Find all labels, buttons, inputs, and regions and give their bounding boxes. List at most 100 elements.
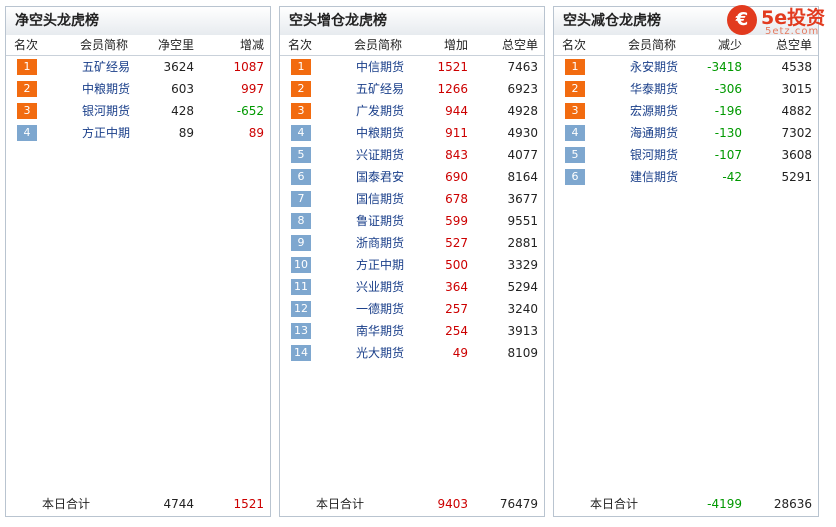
value-cell: 911 [445, 126, 468, 140]
value-cell: 690 [445, 170, 468, 184]
value-cell: -306 [714, 82, 742, 96]
value-cell: 603 [171, 82, 194, 96]
member-name-link[interactable]: 国信期货 [356, 188, 404, 210]
rank-badge: 1 [565, 59, 585, 75]
member-name-link[interactable]: 中信期货 [356, 56, 404, 78]
member-name-link[interactable]: 宏源期货 [630, 100, 678, 122]
member-name-link[interactable]: 方正中期 [356, 254, 404, 276]
table-row: 12 一德期货 257 3240 [280, 298, 544, 320]
member-name-link[interactable]: 银河期货 [630, 144, 678, 166]
change-cell: 3329 [507, 258, 538, 272]
short-decrease-ranking-panel: 空头减仓龙虎榜 名次 会员简称 减少 总空单 1 永安期货 -3418 4538 2 华泰期货 -30… [553, 6, 819, 517]
header-member: 会员简称 [354, 38, 403, 52]
table-row: 5 银河期货 -107 3608 [554, 144, 818, 166]
rank-badge: 9 [291, 235, 311, 251]
table-row: 10 方正中期 500 3329 [280, 254, 544, 276]
value-cell: 678 [445, 192, 468, 206]
member-name-link[interactable]: 方正中期 [82, 122, 130, 144]
member-name-link[interactable]: 永安期货 [630, 56, 678, 78]
header-change: 总空单 [501, 38, 538, 52]
header-rank: 名次 [562, 38, 587, 52]
header-rank: 名次 [288, 38, 313, 52]
table-row: 13 南华期货 254 3913 [280, 320, 544, 342]
table-row: 14 光大期货 49 8109 [280, 342, 544, 364]
change-cell: 5294 [507, 280, 538, 294]
change-cell: 3015 [781, 82, 812, 96]
member-name-link[interactable]: 兴业期货 [356, 276, 404, 298]
member-name-link[interactable]: 一德期货 [356, 298, 404, 320]
total-value: 4744 [163, 497, 194, 511]
member-name-link[interactable]: 海通期货 [630, 122, 678, 144]
change-cell: 3608 [781, 148, 812, 162]
rank-badge: 13 [291, 323, 311, 339]
table-row: 4 方正中期 89 89 [6, 122, 270, 144]
value-cell: 599 [445, 214, 468, 228]
value-cell: 1266 [437, 82, 468, 96]
change-cell: 5291 [781, 170, 812, 184]
value-cell: -107 [714, 148, 742, 162]
change-cell: 4882 [781, 104, 812, 118]
rank-badge: 11 [291, 279, 311, 295]
table-row: 11 兴业期货 364 5294 [280, 276, 544, 298]
member-name-link[interactable]: 南华期货 [356, 320, 404, 342]
table-row: 2 五矿经易 1266 6923 [280, 78, 544, 100]
change-cell: 2881 [507, 236, 538, 250]
change-cell: 7463 [507, 60, 538, 74]
change-cell: 3240 [507, 302, 538, 316]
change-cell: 8109 [507, 346, 538, 360]
rank-badge: 3 [291, 103, 311, 119]
member-name-link[interactable]: 光大期货 [356, 342, 404, 364]
header-value: 净空里 [157, 38, 194, 52]
table-row: 8 鲁证期货 599 9551 [280, 210, 544, 232]
member-name-link[interactable]: 五矿经易 [356, 78, 404, 100]
change-cell: 6923 [507, 82, 538, 96]
table-row: 4 中粮期货 911 4930 [280, 122, 544, 144]
header-member: 会员简称 [80, 38, 129, 52]
member-name-link[interactable]: 五矿经易 [82, 56, 130, 78]
change-cell: 8164 [507, 170, 538, 184]
member-name-link[interactable]: 银河期货 [82, 100, 130, 122]
change-cell: 1087 [233, 60, 264, 74]
rank-badge: 8 [291, 213, 311, 229]
table-row: 7 国信期货 678 3677 [280, 188, 544, 210]
value-cell: 364 [445, 280, 468, 294]
table-row: 4 海通期货 -130 7302 [554, 122, 818, 144]
daily-total-row: 本日合计 9403 76479 [280, 494, 544, 514]
total-value: -4199 [707, 497, 742, 511]
member-name-link[interactable]: 国泰君安 [356, 166, 404, 188]
logo-domain: 5etz.com [765, 26, 820, 37]
change-cell: -652 [236, 104, 264, 118]
table-row: 2 华泰期货 -306 3015 [554, 78, 818, 100]
site-logo[interactable]: € 5e投资 5etz.com [727, 4, 832, 40]
rank-badge: 2 [17, 81, 37, 97]
value-cell: 49 [452, 346, 468, 360]
total-label: 本日合计 [590, 497, 639, 511]
change-cell: 4077 [507, 148, 538, 162]
rank-badge: 2 [565, 81, 585, 97]
member-name-link[interactable]: 中粮期货 [356, 122, 404, 144]
rank-badge: 6 [291, 169, 311, 185]
total-value: 9403 [437, 497, 468, 511]
daily-total-row: 本日合计 -4199 28636 [554, 494, 818, 514]
member-name-link[interactable]: 广发期货 [356, 100, 404, 122]
member-name-link[interactable]: 浙商期货 [356, 232, 404, 254]
rank-badge: 4 [565, 125, 585, 141]
member-name-link[interactable]: 鲁证期货 [356, 210, 404, 232]
value-cell: 428 [171, 104, 194, 118]
value-cell: 89 [178, 126, 194, 140]
total-change: 76479 [499, 497, 538, 511]
change-cell: 89 [248, 126, 264, 140]
value-cell: 527 [445, 236, 468, 250]
change-cell: 3913 [507, 324, 538, 338]
short-increase-ranking-panel: 空头增仓龙虎榜 名次 会员简称 增加 总空单 1 中信期货 1521 7463 2 五矿经易 1266… [279, 6, 545, 517]
member-name-link[interactable]: 建信期货 [630, 166, 678, 188]
member-name-link[interactable]: 华泰期货 [630, 78, 678, 100]
member-name-link[interactable]: 兴证期货 [356, 144, 404, 166]
member-name-link[interactable]: 中粮期货 [82, 78, 130, 100]
logo-mark-icon: € [727, 5, 757, 35]
table-row: 3 广发期货 944 4928 [280, 100, 544, 122]
rank-badge: 12 [291, 301, 311, 317]
value-cell: -3418 [707, 60, 742, 74]
change-cell: 9551 [507, 214, 538, 228]
value-cell: 1521 [437, 60, 468, 74]
